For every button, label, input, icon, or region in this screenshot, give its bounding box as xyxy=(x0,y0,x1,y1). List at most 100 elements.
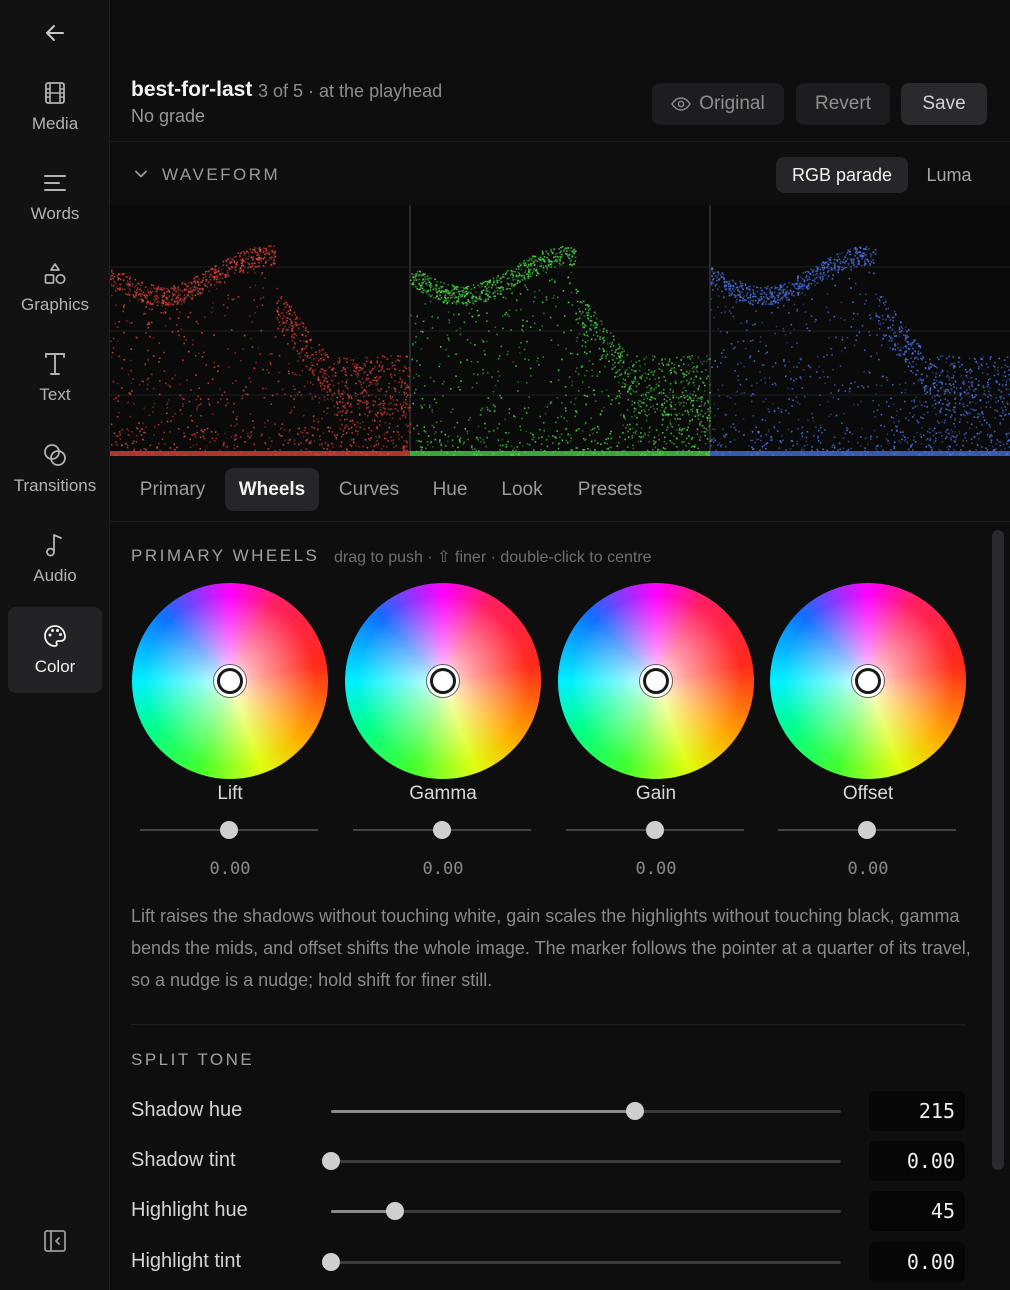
trace-dot xyxy=(261,272,264,274)
trace-dot xyxy=(122,310,124,313)
nav-item-text[interactable]: Text xyxy=(8,335,102,421)
trace-dot xyxy=(214,269,216,271)
mode-luma[interactable]: Luma xyxy=(916,157,982,193)
trace-dot xyxy=(697,387,700,389)
trace-dot xyxy=(575,411,578,414)
chevron-down-icon[interactable] xyxy=(134,167,148,181)
back-button[interactable] xyxy=(40,18,70,48)
mode-rgb-parade[interactable]: RGB parade xyxy=(776,157,908,193)
trace-dot xyxy=(398,381,400,384)
trace-dot xyxy=(524,262,527,264)
trace-dot xyxy=(766,442,769,444)
trace-dot xyxy=(781,299,784,301)
nav-item-audio[interactable]: Audio xyxy=(8,516,102,602)
trace-dot xyxy=(386,445,388,448)
trace-dot xyxy=(893,421,895,424)
trace-dot xyxy=(563,315,566,317)
trace-dot xyxy=(607,437,610,440)
trace-dot xyxy=(547,258,550,261)
trace-dot xyxy=(986,449,989,451)
trace-dot xyxy=(192,339,194,341)
collapse-sidebar-button[interactable] xyxy=(42,1228,68,1254)
nav-item-color[interactable]: Color xyxy=(8,607,102,693)
nav-item-graphics[interactable]: Graphics xyxy=(8,245,102,331)
trace-dot xyxy=(508,277,510,279)
trace-dot xyxy=(523,348,526,351)
trace-dot xyxy=(293,443,296,445)
trace-dot xyxy=(228,268,231,270)
trace-dot xyxy=(345,370,347,373)
trace-dot xyxy=(658,377,660,379)
nav-item-words[interactable]: Words xyxy=(8,154,102,240)
trace-dot xyxy=(778,298,780,301)
trace-dot xyxy=(693,384,696,387)
trace-dot xyxy=(741,299,744,302)
trace-dot xyxy=(473,286,476,289)
trace-dot xyxy=(602,354,604,356)
trace-dot xyxy=(140,289,143,292)
trace-dot xyxy=(277,327,280,330)
trace-dot xyxy=(524,278,526,281)
save-button[interactable]: Save xyxy=(901,83,987,125)
trace-dot xyxy=(182,359,184,362)
trace-dot xyxy=(142,438,144,441)
trace-dot xyxy=(624,383,626,385)
trace-dot xyxy=(177,286,179,289)
trace-dot xyxy=(956,434,958,437)
trace-dot xyxy=(135,284,137,287)
trace-dot xyxy=(609,433,611,435)
trace-dot xyxy=(422,289,425,291)
original-button[interactable]: Original xyxy=(652,83,784,125)
trace-dot xyxy=(562,290,565,292)
trace-dot xyxy=(706,429,709,431)
trace-dot xyxy=(334,374,336,377)
trace-dot xyxy=(524,271,526,274)
trace-dot xyxy=(831,278,834,280)
trace-dot xyxy=(153,298,155,301)
trace-dot xyxy=(697,414,700,417)
trace-dot xyxy=(495,282,498,284)
trace-dot xyxy=(636,355,638,358)
trace-dot xyxy=(812,420,815,422)
trace-dot xyxy=(578,373,580,375)
trace-dot xyxy=(614,366,616,368)
trace-dot xyxy=(137,286,139,289)
trace-dot xyxy=(326,391,329,393)
trace-dot xyxy=(217,433,219,436)
trace-dot xyxy=(748,285,750,288)
nav-item-media[interactable]: Media xyxy=(8,64,102,150)
trace-dot xyxy=(154,294,157,296)
trace-dot xyxy=(504,313,506,316)
trace-dot xyxy=(128,294,131,296)
trace-dot xyxy=(422,278,425,280)
trace-dot xyxy=(321,417,323,420)
trace-dot xyxy=(154,296,156,298)
trace-dot xyxy=(802,303,805,306)
trace-dot xyxy=(450,290,452,292)
revert-button[interactable]: Revert xyxy=(796,83,890,125)
nav-item-transitions[interactable]: Transitions xyxy=(8,426,102,512)
trace-dot xyxy=(212,301,214,304)
trace-dot xyxy=(300,394,303,397)
trace-dot xyxy=(112,277,115,280)
trace-dot xyxy=(355,374,358,376)
trace-dot xyxy=(311,396,314,399)
trace-dot xyxy=(526,320,528,322)
trace-dot xyxy=(470,308,473,310)
trace-dot xyxy=(538,364,540,366)
trace-dot xyxy=(810,283,813,285)
trace-dot xyxy=(587,309,590,311)
trace-dot xyxy=(868,247,870,250)
trace-dot xyxy=(583,394,586,397)
trace-dot xyxy=(264,262,267,264)
trace-dot xyxy=(270,353,273,355)
trace-dot xyxy=(339,395,342,398)
trace-dot xyxy=(517,279,519,282)
trace-dot xyxy=(207,382,210,384)
trace-dot xyxy=(533,436,535,439)
trace-dot xyxy=(732,288,734,290)
trace-dot xyxy=(390,397,392,399)
trace-dot xyxy=(315,357,318,359)
trace-dot xyxy=(632,382,634,384)
trace-dot xyxy=(874,253,877,255)
